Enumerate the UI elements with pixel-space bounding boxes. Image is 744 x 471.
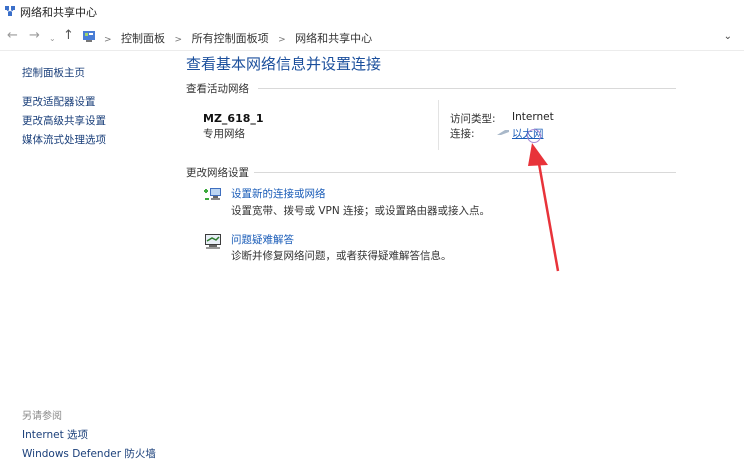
recent-locations-chevron-icon[interactable]: ⌄ xyxy=(49,32,56,46)
section-divider xyxy=(258,88,676,89)
breadcrumb-separator: > xyxy=(278,35,286,45)
access-type-label: 访问类型: xyxy=(450,113,496,125)
sidebar-item-adapter-settings[interactable]: 更改适配器设置 xyxy=(22,93,106,112)
internet-options-link[interactable]: Internet 选项 xyxy=(22,426,156,445)
see-also-section: 另请参阅 Internet 选项 Windows Defender 防火墙 xyxy=(22,408,156,464)
breadcrumb-control-panel[interactable]: 控制面板 xyxy=(121,32,165,45)
troubleshoot-link[interactable]: 问题疑难解答 xyxy=(231,232,294,247)
vertical-divider xyxy=(438,100,439,150)
forward-arrow-icon[interactable]: → xyxy=(29,29,40,43)
setup-new-connection-desc: 设置宽带、拨号或 VPN 连接；或设置路由器或接入点。 xyxy=(231,205,491,217)
back-arrow-icon[interactable]: ← xyxy=(7,29,18,43)
network-name: MZ_618_1 xyxy=(203,112,264,125)
active-networks-heading: 查看活动网络 xyxy=(186,83,249,95)
breadcrumb-separator: > xyxy=(174,35,183,45)
section-divider xyxy=(254,172,676,173)
new-connection-icon xyxy=(204,188,221,200)
control-panel-icon xyxy=(83,31,95,42)
troubleshoot-desc: 诊断并修复网络问题，或者获得疑难解答信息。 xyxy=(231,250,452,262)
breadcrumb-all-items[interactable]: 所有控制面板项 xyxy=(192,32,269,45)
click-highlight-ring xyxy=(527,129,541,143)
defender-firewall-link[interactable]: Windows Defender 防火墙 xyxy=(22,445,156,464)
window-title: 网络和共享中心 xyxy=(20,6,97,19)
breadcrumb-separator: > xyxy=(104,35,112,45)
access-type-value: Internet xyxy=(512,111,554,123)
setup-new-connection-link[interactable]: 设置新的连接或网络 xyxy=(231,186,326,201)
sidebar: 控制面板主页 更改适配器设置 更改高级共享设置 媒体流式处理选项 xyxy=(22,64,106,150)
address-bar: ← → ⌄ ↑ > 控制面板 > 所有控制面板项 > 网络和共享中心 ⌄ xyxy=(0,24,744,51)
up-arrow-icon[interactable]: ↑ xyxy=(63,29,74,43)
breadcrumb: > 控制面板 > 所有控制面板项 > 网络和共享中心 xyxy=(98,30,372,46)
ethernet-cable-icon xyxy=(497,130,509,135)
see-also-heading: 另请参阅 xyxy=(22,411,62,422)
sidebar-item-advanced-sharing[interactable]: 更改高级共享设置 xyxy=(22,112,106,131)
troubleshoot-icon xyxy=(205,234,221,249)
network-type: 专用网络 xyxy=(203,128,245,140)
sidebar-item-media-streaming[interactable]: 媒体流式处理选项 xyxy=(22,131,106,150)
chevron-down-icon[interactable]: ⌄ xyxy=(724,31,732,42)
breadcrumb-network-center[interactable]: 网络和共享中心 xyxy=(295,32,372,45)
sidebar-item-control-panel-home[interactable]: 控制面板主页 xyxy=(22,64,106,83)
change-settings-heading: 更改网络设置 xyxy=(186,167,249,179)
network-center-icon xyxy=(5,6,15,16)
page-title: 查看基本网络信息并设置连接 xyxy=(186,55,382,73)
title-bar: 网络和共享中心 xyxy=(0,0,744,22)
connection-label: 连接: xyxy=(450,128,475,140)
